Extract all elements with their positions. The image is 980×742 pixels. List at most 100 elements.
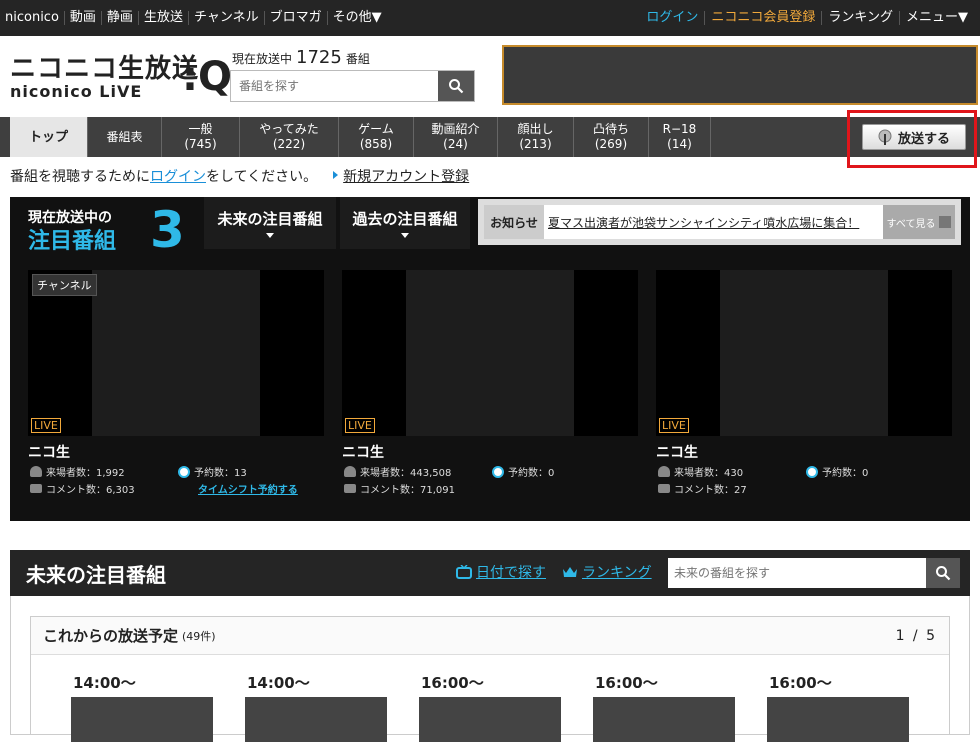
- slot-time: 14:00〜: [247, 674, 310, 692]
- comment-count: コメント数：6,303: [46, 485, 135, 496]
- slot-thumbnail[interactable]: [71, 697, 213, 742]
- tab-count: (745): [184, 137, 217, 151]
- program-stats: 来場者数：443,508 コメント数：71,091 予約数：0: [342, 462, 638, 498]
- login-prompt: 番組を視聴するために ログイン をしてください。 新規アカウント登録: [10, 166, 469, 186]
- nav-blomaga[interactable]: ブロマガ: [265, 11, 328, 25]
- schedule-slot[interactable]: 16:00〜: [419, 672, 561, 742]
- search-by-date-link[interactable]: 日付で探す: [456, 562, 546, 582]
- program-title[interactable]: ニコ生: [28, 442, 324, 462]
- schedule-slot[interactable]: 16:00〜: [593, 672, 735, 742]
- search-icon: [936, 566, 951, 581]
- new-account-link[interactable]: 新規アカウント登録: [333, 166, 469, 186]
- tab-count: (14): [667, 137, 692, 151]
- future-section-header: 未来の注目番組 日付で探す ランキング: [10, 550, 970, 596]
- tab-general[interactable]: 一般 (745): [162, 117, 240, 157]
- tab-top[interactable]: トップ: [10, 117, 88, 157]
- schedule-header: これからの放送予定 (49件) 1 / 5: [31, 617, 949, 655]
- tab-count: (269): [594, 137, 628, 151]
- program-card[interactable]: チャンネル LIVE ニコ生 来場者数：1,992 コメント数：6,303 予約…: [28, 270, 324, 498]
- program-search: [230, 70, 475, 102]
- ranking-label: ランキング: [582, 565, 652, 581]
- ranking-link[interactable]: ランキング: [822, 11, 900, 25]
- program-card[interactable]: LIVE ニコ生 来場者数：443,508 コメント数：71,091 予約数：0: [342, 270, 638, 498]
- slot-thumbnail[interactable]: [767, 697, 909, 742]
- future-search-input[interactable]: [668, 558, 926, 588]
- search-input[interactable]: [231, 71, 438, 101]
- comment-icon: [30, 484, 42, 493]
- ad-banner[interactable]: [502, 45, 978, 105]
- slot-time: 16:00〜: [769, 674, 832, 692]
- news-link[interactable]: 夏マス出演者が池袋サンシャインシティ噴水広場に集合！: [544, 205, 883, 239]
- site-logo[interactable]: ニコニコ生放送 niconico LiVE :Q: [10, 54, 232, 103]
- visitor-count: 来場者数：443,508: [360, 468, 452, 479]
- featured-header: 現在放送中の 注目番組 3: [10, 197, 200, 267]
- onair-suffix: 番組: [345, 52, 370, 66]
- slot-time: 14:00〜: [73, 674, 136, 692]
- login-prompt-link[interactable]: ログイン: [150, 166, 206, 186]
- future-tab-label: 未来の注目番組: [217, 210, 323, 228]
- slot-thumbnail[interactable]: [245, 697, 387, 742]
- logo-text: ニコニコ生放送: [10, 54, 200, 84]
- slot-thumbnail[interactable]: [593, 697, 735, 742]
- future-search: [668, 558, 960, 588]
- tab-future-featured[interactable]: 未来の注目番組: [204, 197, 336, 249]
- comment-count: コメント数：27: [674, 485, 747, 496]
- live-badge: LIVE: [659, 418, 689, 433]
- register-link[interactable]: ニコニコ会員登録: [705, 11, 823, 25]
- slot-thumbnail[interactable]: [419, 697, 561, 742]
- timeshift-reserve-link[interactable]: タイムシフト予約する: [198, 481, 298, 496]
- program-thumbnail[interactable]: LIVE: [656, 270, 952, 436]
- tab-tried[interactable]: やってみた (222): [240, 117, 339, 157]
- nav-channel[interactable]: チャンネル: [189, 11, 265, 25]
- nav-other[interactable]: その他▼: [328, 11, 387, 25]
- tab-game[interactable]: ゲーム (858): [339, 117, 414, 157]
- future-search-button[interactable]: [926, 558, 960, 588]
- clock-icon: [492, 465, 504, 478]
- nav-seiga[interactable]: 静画: [102, 11, 139, 25]
- onair-prefix: 現在放送中: [232, 52, 293, 66]
- login-prompt-pre: 番組を視聴するために: [10, 169, 150, 185]
- news-label: お知らせ: [484, 205, 544, 239]
- program-stats: 来場者数：1,992 コメント数：6,303 予約数：13 タイムシフト予約する: [28, 462, 324, 498]
- tv-icon: [456, 565, 472, 579]
- future-ranking-link[interactable]: ランキング: [562, 562, 652, 582]
- nav-video[interactable]: 動画: [65, 11, 102, 25]
- news-more-label: すべて見る: [886, 218, 936, 230]
- tab-label: トップ: [28, 129, 68, 145]
- tab-totsumachi[interactable]: 凸待ち (269): [574, 117, 649, 157]
- tab-video-intro[interactable]: 動画紹介 (24): [414, 117, 498, 157]
- program-card[interactable]: LIVE ニコ生 来場者数：430 コメント数：27 予約数：0: [656, 270, 952, 498]
- global-nav: niconico 動画 静画 生放送 チャンネル ブロマガ その他▼: [0, 0, 387, 36]
- logo-subtext: niconico LiVE: [10, 82, 143, 101]
- tab-schedule[interactable]: 番組表: [88, 117, 162, 157]
- search-icon: [449, 79, 464, 94]
- by-date-label: 日付で探す: [476, 565, 546, 581]
- nav-niconico[interactable]: niconico: [0, 11, 65, 25]
- featured-title2: 注目番組: [28, 229, 117, 254]
- reserve-count: 予約数：0: [508, 468, 555, 479]
- news-more-button[interactable]: すべて見る: [883, 205, 955, 239]
- search-button[interactable]: [438, 71, 474, 101]
- user-icon: [30, 466, 42, 477]
- schedule-count: (49件): [182, 629, 216, 643]
- schedule-slot[interactable]: 16:00〜: [767, 672, 909, 742]
- tab-label: やってみた: [259, 122, 319, 136]
- tab-past-featured[interactable]: 過去の注目番組: [340, 197, 470, 249]
- tab-face[interactable]: 顔出し (213): [498, 117, 574, 157]
- schedule-slot[interactable]: 14:00〜: [71, 672, 213, 742]
- tab-label: R−18: [662, 122, 697, 136]
- program-thumbnail[interactable]: チャンネル LIVE: [28, 270, 324, 436]
- schedule-slot[interactable]: 14:00〜: [245, 672, 387, 742]
- tab-r18[interactable]: R−18 (14): [649, 117, 711, 157]
- program-title[interactable]: ニコ生: [656, 442, 952, 462]
- login-prompt-post: をしてください。: [206, 169, 318, 185]
- menu-link[interactable]: メニュー▼: [900, 11, 974, 25]
- logo-q: :Q: [182, 54, 232, 100]
- login-link[interactable]: ログイン: [640, 11, 706, 25]
- slot-time: 16:00〜: [421, 674, 484, 692]
- program-stats: 来場者数：430 コメント数：27 予約数：0: [656, 462, 952, 498]
- nav-live[interactable]: 生放送: [139, 11, 189, 25]
- visitor-count: 来場者数：1,992: [46, 468, 125, 479]
- program-title[interactable]: ニコ生: [342, 442, 638, 462]
- program-thumbnail[interactable]: LIVE: [342, 270, 638, 436]
